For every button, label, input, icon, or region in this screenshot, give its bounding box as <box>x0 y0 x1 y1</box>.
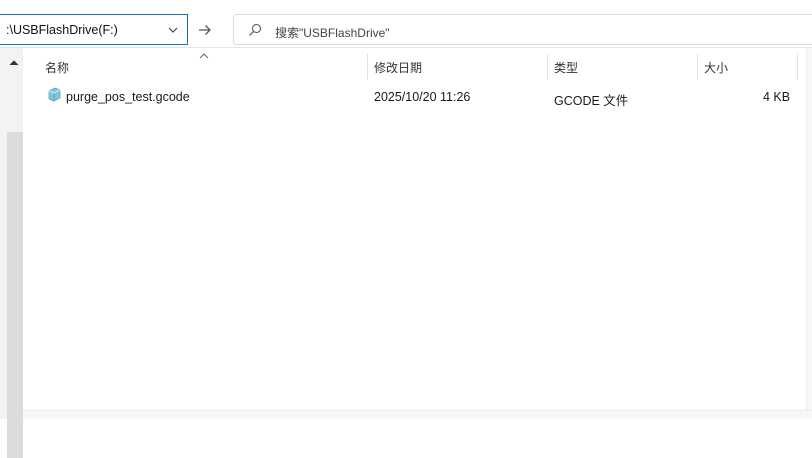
go-button[interactable] <box>190 16 220 44</box>
sort-ascending-icon <box>199 53 209 59</box>
file-size: 4 KB <box>763 90 791 104</box>
column-divider[interactable] <box>367 54 368 80</box>
search-input[interactable]: 搜索"USBFlashDrive" <box>233 14 812 45</box>
file-modified: 2025/10/20 11:26 <box>374 90 471 104</box>
column-header-size[interactable]: 大小 <box>704 59 728 76</box>
bottom-edge <box>23 410 812 419</box>
column-header-name[interactable]: 名称 <box>45 59 69 76</box>
column-header-modified[interactable]: 修改日期 <box>374 59 422 76</box>
column-divider[interactable] <box>797 54 798 80</box>
search-placeholder: 搜索"USBFlashDrive" <box>275 26 390 40</box>
right-edge <box>806 48 812 419</box>
search-icon <box>249 23 262 36</box>
file-type: GCODE 文件 <box>554 94 629 108</box>
scrollbar-thumb[interactable] <box>7 132 23 458</box>
chevron-down-icon[interactable] <box>167 24 179 36</box>
navigation-scrollbar[interactable] <box>0 48 23 458</box>
column-divider[interactable] <box>547 54 548 80</box>
table-row[interactable]: purge_pos_test.gcode 2025/10/20 11:26 GC… <box>23 86 798 108</box>
column-divider[interactable] <box>697 54 698 80</box>
chevron-up-icon[interactable] <box>9 58 19 68</box>
address-path[interactable]: :\USBFlashDrive(F:) <box>6 23 118 37</box>
gcode-file-icon <box>48 87 61 102</box>
arrow-right-icon <box>199 25 211 35</box>
address-bar-row: :\USBFlashDrive(F:) 搜索"USBFlashDrive" <box>0 0 812 48</box>
file-explorer-window: :\USBFlashDrive(F:) 搜索"USBFlashDrive" 名称 <box>0 0 812 458</box>
address-bar[interactable]: :\USBFlashDrive(F:) <box>0 14 188 45</box>
file-name: purge_pos_test.gcode <box>66 90 190 104</box>
column-header-type[interactable]: 类型 <box>554 59 578 76</box>
